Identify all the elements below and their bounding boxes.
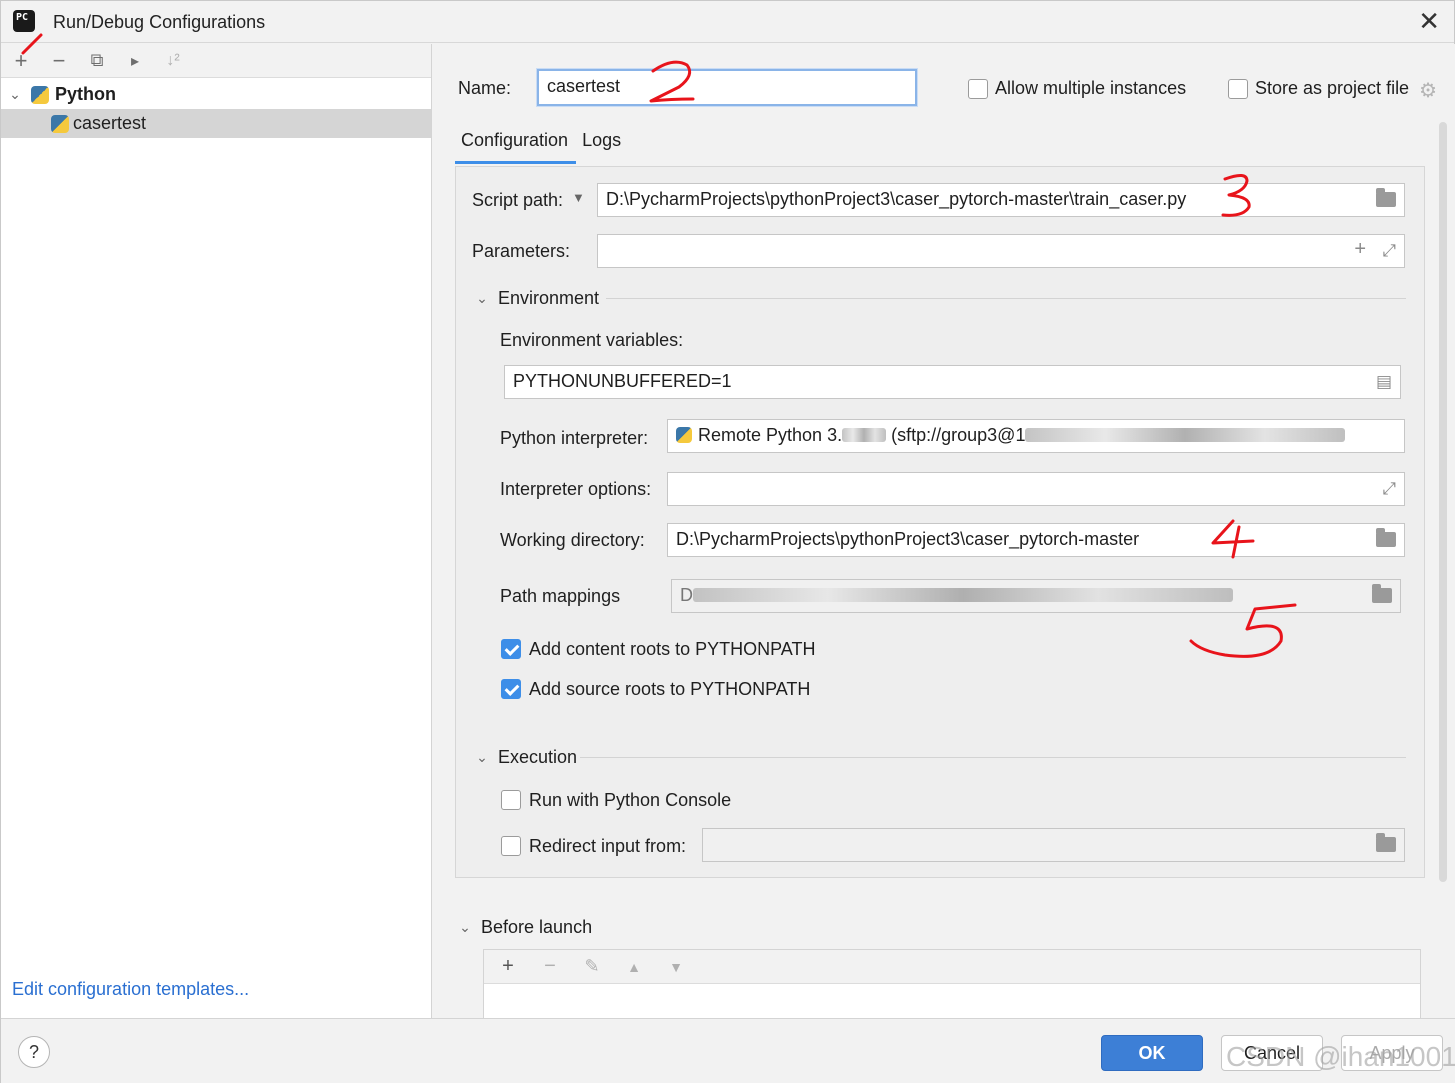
store-project-file-checkbox[interactable] — [1228, 79, 1248, 99]
interp-options-input[interactable]: ⤢ — [667, 472, 1405, 506]
path-mappings-input[interactable]: D — [671, 579, 1401, 613]
list-icon[interactable]: ▤ — [1376, 372, 1392, 392]
title-bar: PC Run/Debug Configurations ✕ — [1, 1, 1454, 43]
configuration-panel: Script path: ▼ D:\PycharmProjects\python… — [455, 166, 1425, 878]
gear-icon[interactable]: ⚙ — [1419, 78, 1437, 103]
run-debug-dialog: PC Run/Debug Configurations ✕ + − ⧉ ▸ ↓²… — [0, 0, 1455, 1083]
remove-task-button[interactable]: − — [536, 953, 564, 981]
path-mappings-value: D — [680, 585, 693, 605]
execution-section-header[interactable]: ⌄ Execution — [472, 747, 577, 768]
allow-multiple-label: Allow multiple instances — [995, 78, 1187, 98]
environment-section-label: Environment — [498, 288, 600, 308]
chevron-down-icon[interactable]: ▼ — [572, 190, 585, 205]
parameters-label: Parameters: — [472, 241, 571, 261]
working-dir-value: D:\PycharmProjects\pythonProject3\caser_… — [676, 529, 1140, 549]
add-configuration-button[interactable]: + — [7, 47, 35, 75]
move-to-folder-icon[interactable]: ▸ — [121, 47, 149, 75]
interpreter-value-a: Remote Python 3. — [698, 425, 843, 445]
redirect-input-label: Redirect input from: — [529, 836, 687, 856]
env-vars-value: PYTHONUNBUFFERED=1 — [513, 371, 732, 391]
working-dir-input[interactable]: D:\PycharmProjects\pythonProject3\caser_… — [667, 523, 1405, 557]
move-up-icon[interactable]: ▲ — [620, 953, 648, 981]
scrollbar[interactable] — [1439, 122, 1447, 882]
interpreter-label: Python interpreter: — [500, 428, 649, 448]
edit-task-icon[interactable]: ✎ — [578, 953, 606, 981]
before-launch-list: + − ✎ ▲ ▼ — [483, 949, 1421, 1019]
add-source-roots-label: Add source roots to PYTHONPATH — [529, 679, 811, 699]
script-path-label[interactable]: Script path: — [472, 190, 563, 211]
add-task-button[interactable]: + — [494, 953, 522, 981]
remove-configuration-button[interactable]: − — [45, 47, 73, 75]
before-launch-label: Before launch — [481, 917, 593, 937]
run-console-checkbox[interactable] — [501, 790, 521, 810]
chevron-down-icon[interactable]: ⌄ — [472, 290, 492, 307]
path-mappings-label: Path mappings — [500, 586, 621, 606]
blurred-text — [842, 428, 887, 442]
pycharm-logo-icon: PC — [11, 8, 37, 34]
tree-item-python[interactable]: ⌄ Python — [1, 80, 431, 109]
ok-button[interactable]: OK — [1101, 1035, 1203, 1071]
env-vars-input[interactable]: PYTHONUNBUFFERED=1 ▤ — [504, 365, 1401, 399]
sort-configurations-icon[interactable]: ↓² — [159, 47, 187, 75]
tree-toolbar: + − ⧉ ▸ ↓² — [1, 44, 431, 78]
configuration-editor: Name: casertest Allow multiple instances… — [433, 44, 1455, 1019]
redirect-input-checkbox[interactable] — [501, 836, 521, 856]
folder-icon[interactable] — [1376, 528, 1396, 547]
close-icon[interactable]: ✕ — [1418, 7, 1440, 35]
expand-icon[interactable]: ⤢ — [1382, 241, 1396, 261]
env-vars-label: Environment variables: — [500, 330, 684, 350]
store-project-file-label: Store as project file — [1255, 78, 1410, 98]
help-icon[interactable]: ? — [18, 1036, 50, 1068]
python-icon — [31, 85, 49, 104]
chevron-down-icon[interactable]: ⌄ — [455, 919, 475, 936]
blurred-text — [1025, 428, 1346, 442]
folder-icon[interactable] — [1376, 188, 1396, 207]
tab-configuration[interactable]: Configuration — [455, 130, 577, 164]
before-launch-toolbar: + − ✎ ▲ ▼ — [484, 950, 1420, 984]
add-content-roots-checkbox[interactable] — [501, 639, 521, 659]
folder-icon[interactable] — [1376, 833, 1396, 852]
watermark: CSDN @ihan1001 — [1226, 1041, 1455, 1072]
copy-configuration-icon[interactable]: ⧉ — [83, 47, 111, 75]
add-content-roots-label: Add content roots to PYTHONPATH — [529, 639, 816, 659]
folder-icon[interactable] — [1372, 584, 1392, 603]
tree-item-casertest[interactable]: casertest — [1, 109, 431, 138]
script-path-input[interactable]: D:\PycharmProjects\pythonProject3\caser_… — [597, 183, 1405, 217]
name-label: Name: — [458, 78, 512, 98]
interpreter-value-b: (sftp://group3@1 — [891, 425, 1026, 445]
dialog-title: Run/Debug Configurations — [53, 12, 266, 32]
execution-section-label: Execution — [498, 747, 578, 767]
working-dir-label: Working directory: — [500, 530, 645, 550]
configurations-tree-pane: + − ⧉ ▸ ↓² ⌄ Python casertest Edit confi… — [1, 44, 432, 1018]
redirect-input-field[interactable] — [702, 828, 1405, 862]
plus-icon[interactable]: + — [1354, 238, 1366, 261]
name-input[interactable]: casertest — [537, 69, 917, 106]
chevron-down-icon[interactable]: ⌄ — [5, 86, 25, 103]
chevron-down-icon[interactable]: ⌄ — [472, 749, 492, 766]
before-launch-header[interactable]: ⌄ Before launch — [455, 917, 592, 938]
divider — [606, 298, 1406, 299]
tree-item-label: Python — [55, 84, 116, 104]
interp-options-label: Interpreter options: — [500, 479, 652, 499]
environment-section-header[interactable]: ⌄ Environment — [472, 288, 599, 309]
add-source-roots-checkbox[interactable] — [501, 679, 521, 699]
divider — [580, 757, 1406, 758]
python-icon — [51, 114, 69, 133]
move-down-icon[interactable]: ▼ — [662, 953, 690, 981]
blurred-text — [693, 588, 1233, 602]
tab-bar: Configuration Logs — [455, 130, 629, 164]
python-icon — [676, 427, 692, 443]
parameters-input[interactable]: + ⤢ — [597, 234, 1405, 268]
expand-icon[interactable]: ⤢ — [1382, 479, 1396, 499]
run-console-label: Run with Python Console — [529, 790, 732, 810]
tab-logs[interactable]: Logs — [576, 130, 629, 164]
script-path-value: D:\PycharmProjects\pythonProject3\caser_… — [606, 189, 1187, 209]
tree-item-label: casertest — [73, 113, 147, 133]
allow-multiple-checkbox[interactable] — [968, 79, 988, 99]
interpreter-select[interactable]: Remote Python 3. (sftp://group3@1 — [667, 419, 1405, 453]
edit-templates-link[interactable]: Edit configuration templates... — [12, 979, 249, 1000]
configuration-tree: ⌄ Python casertest — [1, 78, 431, 138]
